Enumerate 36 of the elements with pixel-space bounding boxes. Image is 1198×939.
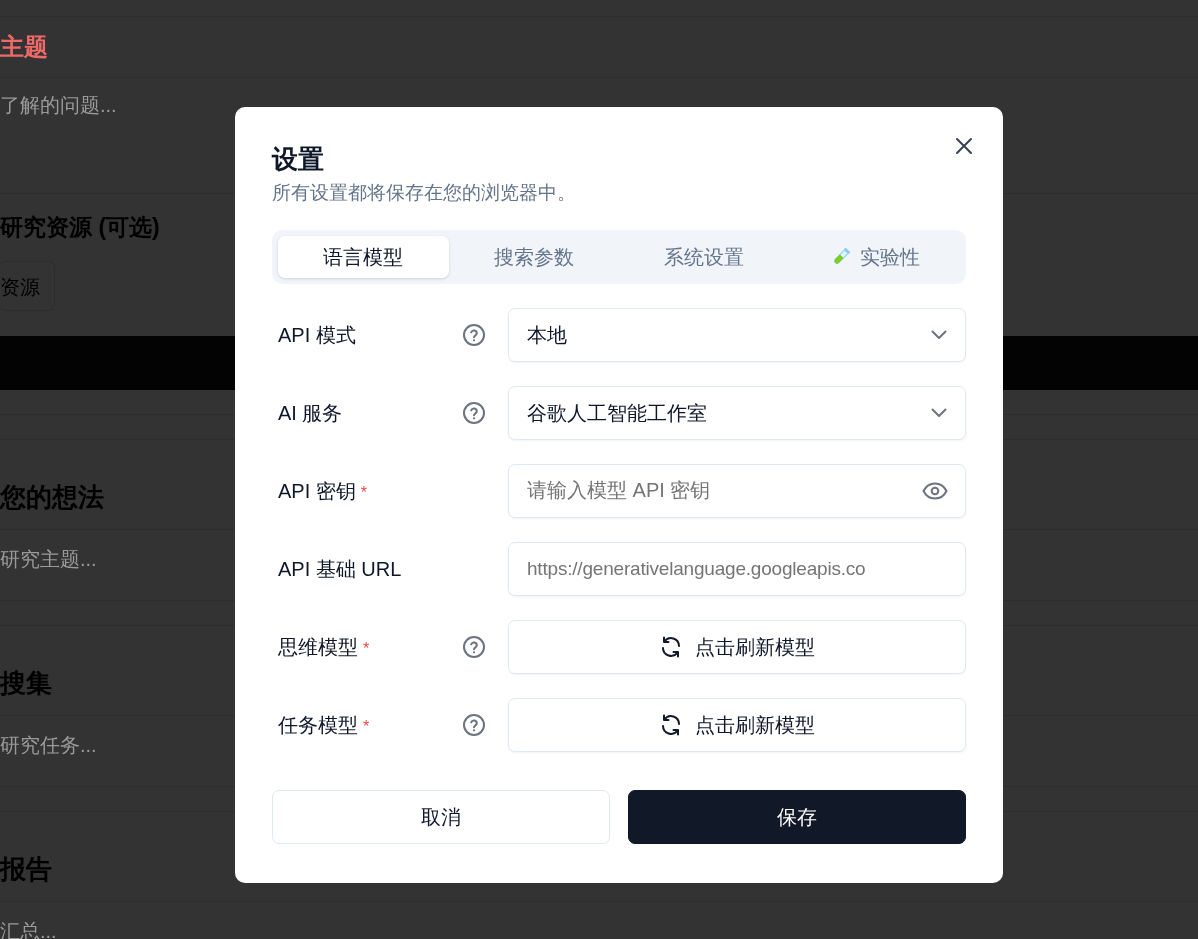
tab[interactable]: 语言模型 (278, 235, 449, 278)
refresh-icon (659, 634, 683, 659)
save-button[interactable]: 保存 (628, 789, 966, 844)
placeholder-text: 研究任务... (0, 732, 97, 758)
required-asterisk: * (363, 639, 370, 657)
placeholder-text: 研究主题... (0, 546, 97, 572)
field-label: 思维模型 (277, 634, 358, 660)
refresh-models-button[interactable]: 点击刷新模型 (508, 619, 966, 674)
required-asterisk: * (360, 483, 368, 501)
dialog-subtitle: 所有设置都将保存在您的浏览器中。 (272, 181, 576, 205)
eye-icon[interactable] (922, 481, 948, 500)
help-icon[interactable] (462, 712, 486, 737)
refresh-icon (659, 712, 683, 737)
field-label: API 基础 URL (277, 556, 402, 582)
password-field[interactable]: 请输入模型 API 密钥 (508, 463, 966, 518)
required-asterisk: * (363, 717, 370, 735)
chevron-down-icon (931, 407, 947, 418)
refresh-models-button[interactable]: 点击刷新模型 (508, 697, 966, 752)
placeholder-text: 了解的问题... (0, 93, 117, 118)
chevron-down-icon (931, 329, 947, 340)
select-field[interactable]: 谷歌人工智能工作室 (508, 385, 966, 440)
select-field[interactable]: 本地 (508, 307, 966, 362)
help-icon[interactable] (462, 322, 486, 347)
tab[interactable]: 系统设置 (619, 235, 790, 278)
section-title: 主题 (0, 32, 48, 62)
tab[interactable]: 实验性 (789, 235, 960, 278)
tab[interactable]: 搜索参数 (448, 235, 619, 278)
field-label: 任务模型 (277, 712, 358, 738)
cancel-button[interactable]: 取消 (272, 789, 610, 844)
field-label: AI 服务 (277, 400, 343, 426)
dialog-title: 设置 (272, 143, 324, 176)
url-field[interactable]: https://generativelanguage.googleapis.co (508, 541, 966, 596)
help-icon[interactable] (462, 634, 486, 659)
help-icon[interactable] (462, 400, 486, 425)
field-label: API 密钥 (277, 478, 356, 504)
field-label: API 模式 (277, 322, 356, 348)
